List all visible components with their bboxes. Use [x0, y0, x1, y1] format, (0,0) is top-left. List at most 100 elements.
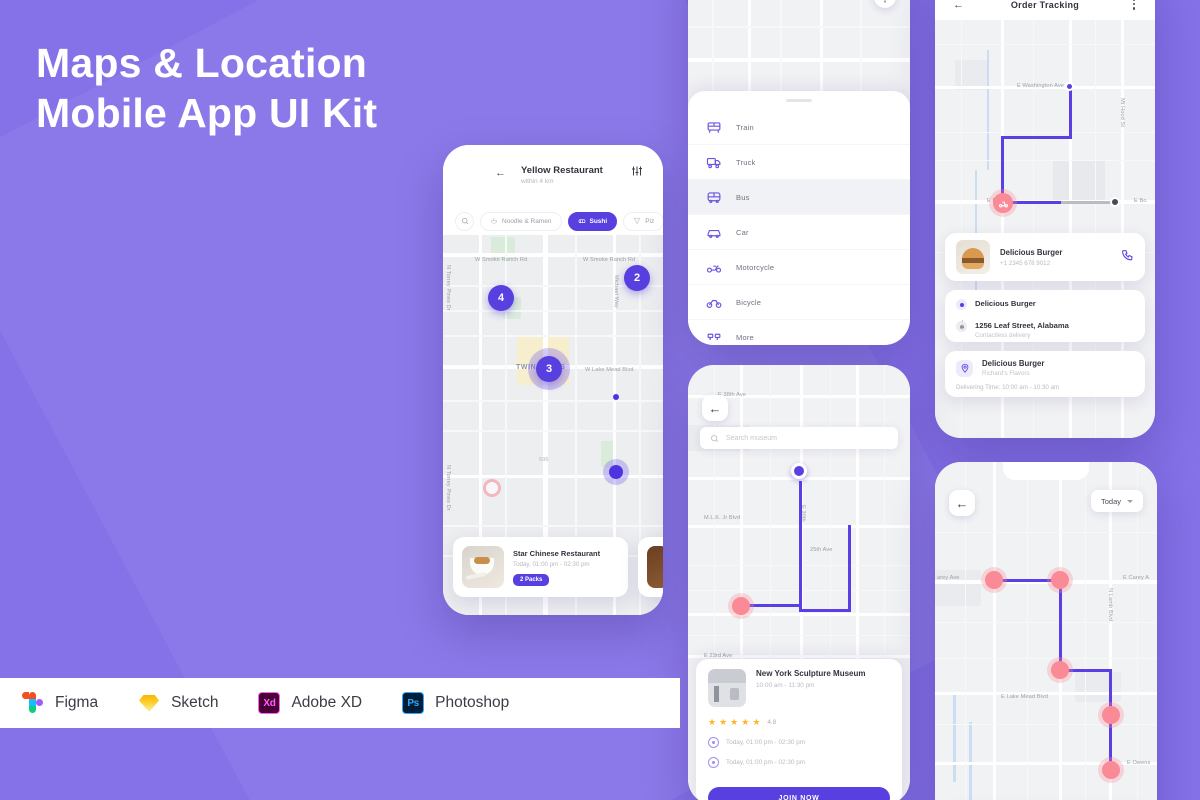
tool-figma[interactable]: Figma: [22, 692, 98, 714]
map-label: E Washington Ave: [1017, 83, 1064, 89]
origin-dot-icon: [956, 299, 967, 310]
phone-notch: [1003, 462, 1089, 480]
star-icon: ★: [730, 717, 739, 727]
filter-chip-bar[interactable]: Noodle & Ramen Sushi Piz: [443, 207, 663, 235]
kebab-menu-icon[interactable]: [1132, 0, 1135, 10]
star-icon: ★: [741, 717, 750, 727]
more-grid-icon: [707, 333, 721, 340]
page-title: Yellow Restaurant: [521, 165, 603, 176]
rating-stars: ★ ★ ★ ★ ★ 4.8: [708, 717, 890, 728]
tool-label: Photoshop: [435, 694, 510, 711]
tool-label: Adobe XD: [291, 694, 363, 711]
phone-mockup-order-tracking: E Washington Ave Mt Hood St E Bo E Bo ← …: [935, 0, 1155, 438]
museum-thumbnail: [708, 669, 746, 707]
transport-item-bus[interactable]: Bus: [688, 180, 910, 215]
map-marker-2[interactable]: [1051, 571, 1069, 589]
page-subtitle: within 4 km: [521, 178, 554, 185]
transport-item-car[interactable]: Car: [688, 215, 910, 250]
map-marker-1[interactable]: [985, 571, 1003, 589]
transport-label: Car: [736, 227, 749, 237]
date-filter-label: Today: [1100, 496, 1121, 506]
courier-marker[interactable]: [993, 193, 1013, 213]
restaurant-card-next[interactable]: [638, 537, 663, 597]
transport-item-truck[interactable]: Truck: [688, 145, 910, 180]
search-icon: [711, 434, 719, 442]
order-detail-card[interactable]: Delicious Burger Richard's Flavors Deliv…: [945, 351, 1145, 397]
map-label: E Lake Mead Blvd: [1001, 694, 1048, 700]
transport-bottom-sheet[interactable]: Train Truck Bus Car Motorcycle Bicycle M…: [688, 91, 910, 345]
merchant-contact-card[interactable]: Delicious Burger +1 2345 678 9012: [945, 233, 1145, 281]
back-button[interactable]: ←: [949, 490, 975, 516]
transport-item-bicycle[interactable]: Bicycle: [688, 285, 910, 320]
route-origin: Delicious Burger: [975, 299, 1036, 308]
pin-icon: [961, 363, 968, 373]
phone-mockup-museum: E 38th Ave M.L.K. Jr Blvd E 30th 25th Av…: [688, 365, 910, 800]
phone-handset-icon: [1122, 250, 1133, 261]
chip-label: Piz: [645, 217, 655, 225]
back-arrow-icon[interactable]: ←: [495, 167, 506, 179]
map-marker-pink[interactable]: [732, 597, 750, 615]
chip-noodle-ramen[interactable]: Noodle & Ramen: [480, 211, 562, 231]
map-label: W Smoke Ranch Rd: [583, 257, 636, 263]
page-title: Maps & Location Mobile App UI Kit: [36, 40, 378, 136]
info-text: Today, 01:00 pm - 02:30 pm: [726, 759, 806, 766]
restaurant-card[interactable]: Star Chinese Restaurant Today, 01:00 pm …: [453, 537, 628, 597]
join-now-button[interactable]: JOIN NOW: [708, 787, 890, 800]
map-dot-small: [613, 394, 619, 400]
chevron-down-icon: [1127, 499, 1133, 503]
phone-mockup-bookstore: arey Ave E Carey A N Lamb Blvd E Lake Me…: [935, 462, 1157, 800]
sheet-drag-handle[interactable]: [786, 99, 812, 102]
transport-item-more[interactable]: More: [688, 320, 910, 345]
adobe-xd-logo-icon: Xd: [258, 692, 281, 714]
route-card[interactable]: Delicious Burger 1256 Leaf Street, Alaba…: [945, 290, 1145, 342]
order-name: Delicious Burger: [982, 359, 1045, 368]
map-marker-4[interactable]: [1102, 706, 1120, 724]
museum-hours: 10:00 am - 11:30 pm: [756, 682, 815, 689]
date-filter-dropdown[interactable]: Today: [1090, 490, 1143, 512]
phone-mockup-restaurant: W Smoke Ranch Rd W Smoke Ranch Rd Michae…: [443, 145, 663, 615]
info-text: Today, 01:00 pm - 02:30 pm: [726, 739, 806, 746]
map-pin-2[interactable]: 2: [624, 265, 650, 291]
map-pin-3[interactable]: 3: [536, 356, 562, 382]
star-icon: ★: [708, 717, 717, 727]
photoshop-logo-icon: Ps: [402, 692, 425, 714]
packs-badge[interactable]: 2 Packs: [513, 573, 550, 586]
merchant-phone: +1 2345 678 9012: [1000, 259, 1051, 267]
map-label: M.L.K. Jr Blvd: [704, 515, 741, 521]
map-marker-5[interactable]: [1102, 761, 1120, 779]
tool-photoshop[interactable]: Ps Photoshop: [402, 692, 509, 714]
back-button[interactable]: ←: [702, 395, 728, 421]
merchant-name: Delicious Burger: [1000, 247, 1063, 257]
transport-item-train[interactable]: Train: [688, 110, 910, 145]
map-label: N Torrey Pines Dr: [445, 265, 451, 311]
transport-label: Motorcycle: [736, 262, 775, 272]
search-museum-input[interactable]: Search museum: [700, 427, 898, 449]
museum-info-line: Today, 01:00 pm - 02:30 pm: [708, 737, 890, 748]
map-pin-4[interactable]: 4: [488, 285, 514, 311]
chip-search[interactable]: [455, 211, 474, 231]
route-destination: 1256 Leaf Street, Alabama: [975, 321, 1069, 330]
phone-icon[interactable]: [1121, 249, 1134, 265]
current-location-dot[interactable]: [609, 465, 623, 479]
tool-sketch[interactable]: Sketch: [138, 692, 218, 714]
chip-label: Sushi: [589, 217, 608, 225]
figma-logo-icon: [22, 692, 44, 714]
map-dot-pink: [483, 479, 501, 497]
transport-item-motorcycle[interactable]: Motorcycle: [688, 250, 910, 285]
tool-label: Figma: [55, 694, 99, 711]
museum-detail-sheet[interactable]: New York Sculpture Museum 10:00 am - 11:…: [696, 659, 902, 800]
star-icon: ★: [752, 717, 761, 727]
chip-pizza[interactable]: Piz: [623, 211, 663, 231]
chip-sushi[interactable]: Sushi: [567, 211, 618, 231]
bicycle-icon: [706, 299, 722, 308]
map-marker-3[interactable]: [1051, 661, 1069, 679]
tool-adobe-xd[interactable]: Xd Adobe XD: [258, 692, 362, 714]
transport-list[interactable]: Train Truck Bus Car Motorcycle Bicycle M…: [688, 110, 910, 345]
chip-label: Noodle & Ramen: [502, 217, 552, 225]
location-pin-icon: [956, 359, 973, 377]
tool-label: Sketch: [171, 694, 219, 711]
transport-label: Bicycle: [736, 297, 762, 307]
filter-sliders-icon[interactable]: [631, 165, 643, 177]
design-tools-bar: Figma Sketch Xd Adobe XD Ps Photoshop: [0, 678, 680, 728]
route-dashed-line: [961, 320, 963, 331]
